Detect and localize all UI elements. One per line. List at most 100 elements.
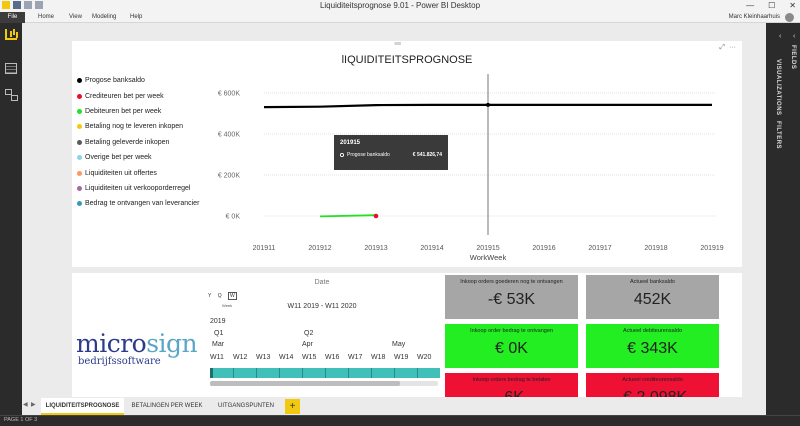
slicer-week-label[interactable]: W17 [348, 354, 362, 361]
window-title: Liquiditeitsprognose 9.01 - Power BI Des… [319, 1, 481, 10]
legend-item[interactable]: Liquiditeiten uit verkooporderregel [77, 181, 199, 196]
tooltip-value: € 541.826,74 [412, 152, 442, 158]
slicer-week-label[interactable]: W18 [371, 354, 385, 361]
legend-item[interactable]: Progose banksaldo [77, 73, 199, 88]
legend-label: Progose banksaldo [85, 77, 145, 85]
menu-modeling[interactable]: Modeling [92, 12, 116, 23]
slicer-week-label[interactable]: W20 [417, 354, 431, 361]
menu-view[interactable]: View [69, 12, 82, 23]
legend-item[interactable]: Bedrag te ontvangen van leverancier [77, 196, 199, 211]
legend-item[interactable]: Betaling nog te leveren inkopen [77, 119, 199, 134]
slicer-week-label[interactable]: W16 [325, 354, 339, 361]
series-point[interactable] [373, 213, 379, 219]
slicer-level-year[interactable]: Y [208, 293, 211, 299]
legend-label: Crediteuren bet per week [85, 92, 164, 100]
slicer-month-label: Apr [302, 341, 313, 348]
legend-dot-icon [77, 124, 82, 130]
slicer-year-label: 2019 [210, 318, 226, 325]
legend-dot-icon [77, 155, 82, 161]
legend-dot-icon [77, 139, 82, 145]
file-menu[interactable]: File [0, 12, 25, 23]
slicer-week-label[interactable]: W11 [210, 354, 224, 361]
kpi-card-label: Inkoop orders bedrag te betalen [472, 377, 551, 383]
legend-item[interactable]: Debiteuren bet per week [77, 104, 199, 119]
kpi-card[interactable]: Actueel banksaldo 452K [586, 275, 719, 319]
menu-help[interactable]: Help [130, 12, 142, 23]
menu-home[interactable]: Home [38, 12, 54, 23]
chart-tooltip: 201915 Progose banksaldo € 541.826,74 [334, 135, 448, 170]
legend-label: Betaling geleverde inkopen [85, 138, 170, 146]
slicer-week-label[interactable]: W13 [256, 354, 270, 361]
slicer-start-handle[interactable] [210, 368, 213, 378]
y-tick-label: € 600K [218, 91, 241, 98]
kpi-card-label: Actueel banksaldo [630, 279, 675, 285]
close-button[interactable]: ✕ [789, 0, 796, 12]
previous-page-button[interactable]: ◀ [23, 401, 28, 408]
slicer-month-label: Mar [212, 341, 225, 348]
kpi-card[interactable]: Inkoop order bedrag te ontvangen € 0K [445, 324, 578, 368]
chart-title: lIQUIDITEITSPROGNOSE [341, 54, 473, 66]
title-bar: Liquiditeitsprognose 9.01 - Power BI Des… [0, 0, 800, 12]
relationships-view-icon[interactable] [5, 89, 18, 101]
data-view-icon[interactable] [5, 63, 17, 74]
slicer-week-label[interactable]: W14 [279, 354, 293, 361]
slicer-week-label[interactable]: W12 [233, 354, 247, 361]
slicer-week-tick [256, 368, 257, 378]
legend-label: Bedrag te ontvangen van leverancier [85, 200, 200, 208]
slicer-timeline-bar[interactable] [210, 368, 440, 378]
chevron-left-icon[interactable]: ‹ [779, 33, 781, 40]
kpi-card[interactable]: Actueel debiteurensaldo € 343K [586, 324, 719, 368]
series-line[interactable] [319, 214, 377, 218]
slicer-month-label: May [392, 341, 406, 348]
legend-dot-icon [77, 93, 82, 99]
page-count-status: PAGE 1 OF 3 [4, 417, 38, 423]
slicer-week-label[interactable]: W19 [394, 354, 408, 361]
more-options-icon[interactable]: ··· [729, 44, 736, 52]
visual-drag-handle[interactable]: ≡≡ [394, 41, 401, 48]
legend-item[interactable]: Betaling geleverde inkopen [77, 135, 199, 150]
filters-pane-tab[interactable]: FILTERS [775, 121, 781, 149]
tab-uitgangspunten[interactable]: UITGANGSPUNTEN [210, 398, 282, 415]
maximize-button[interactable]: ☐ [768, 0, 775, 12]
slicer-selected-range: W11 2019 - W11 2020 [287, 303, 357, 310]
slicer-week-label[interactable]: W15 [302, 354, 316, 361]
fields-pane-tab[interactable]: FIELDS [790, 45, 796, 69]
liquidity-line-chart[interactable]: € 0K € 200K € 400K € 600K 201911 201912 201913… [72, 41, 742, 267]
chevron-left-icon[interactable]: ‹ [793, 33, 795, 40]
user-avatar[interactable] [785, 13, 794, 22]
slicer-title: Date [314, 279, 330, 286]
x-tick-label: 201918 [644, 245, 667, 252]
y-tick-label: € 200K [218, 173, 241, 180]
visualizations-pane-tab[interactable]: VISUALIZATIONS [775, 59, 781, 116]
tab-liquiditeitsprognose[interactable]: LIQUIDITEITSPROGNOSE [41, 398, 124, 415]
slicer-week-tick [325, 368, 326, 378]
tab-betalingen-per-week[interactable]: BETALINGEN PER WEEK [126, 398, 208, 415]
x-tick-label: 201916 [532, 245, 555, 252]
legend-dot-icon [77, 185, 82, 191]
tooltip-row: Progose banksaldo € 541.826,74 [340, 152, 442, 158]
slicer-scrollbar[interactable] [210, 381, 438, 386]
kpi-card-label: Actueel debiteurensaldo [622, 328, 682, 334]
slicer-scrollbar-thumb[interactable] [210, 381, 400, 386]
add-page-button[interactable]: + [285, 399, 300, 414]
legend-item[interactable]: Overige bet per week [77, 150, 199, 165]
report-view-icon[interactable] [5, 29, 17, 40]
x-tick-label: 201917 [588, 245, 611, 252]
collapsed-panes: ‹ ‹ FIELDS VISUALIZATIONS FILTERS [766, 23, 800, 403]
date-slicer[interactable]: Date Y Q W Week W11 2019 - W11 2020 2019… [202, 277, 442, 412]
slicer-level-quarter[interactable]: Q [218, 293, 222, 299]
legend-item[interactable]: Liquiditeiten uit offertes [77, 165, 199, 180]
legend-item[interactable]: Crediteuren bet per week [77, 88, 199, 103]
slicer-week-tick [417, 368, 418, 378]
kpi-card-label: Actueel crediteurensaldo [622, 377, 683, 383]
kpi-card[interactable]: Inkoop orders goederen nog te ontvangen -… [445, 275, 578, 319]
kpi-card-label: Inkoop orders goederen nog te ontvangen [460, 279, 563, 285]
slicer-week-tick [394, 368, 395, 378]
minimize-button[interactable]: — [746, 0, 754, 12]
x-tick-label: 201919 [700, 245, 723, 252]
x-axis-title: WorkWeek [470, 253, 507, 262]
signed-in-user[interactable]: Marc Kleinhaarhuis [729, 12, 780, 23]
focus-mode-icon[interactable]: ⤢ [719, 44, 725, 52]
next-page-button[interactable]: ▶ [31, 401, 36, 408]
slicer-level-week[interactable]: W [228, 292, 237, 300]
